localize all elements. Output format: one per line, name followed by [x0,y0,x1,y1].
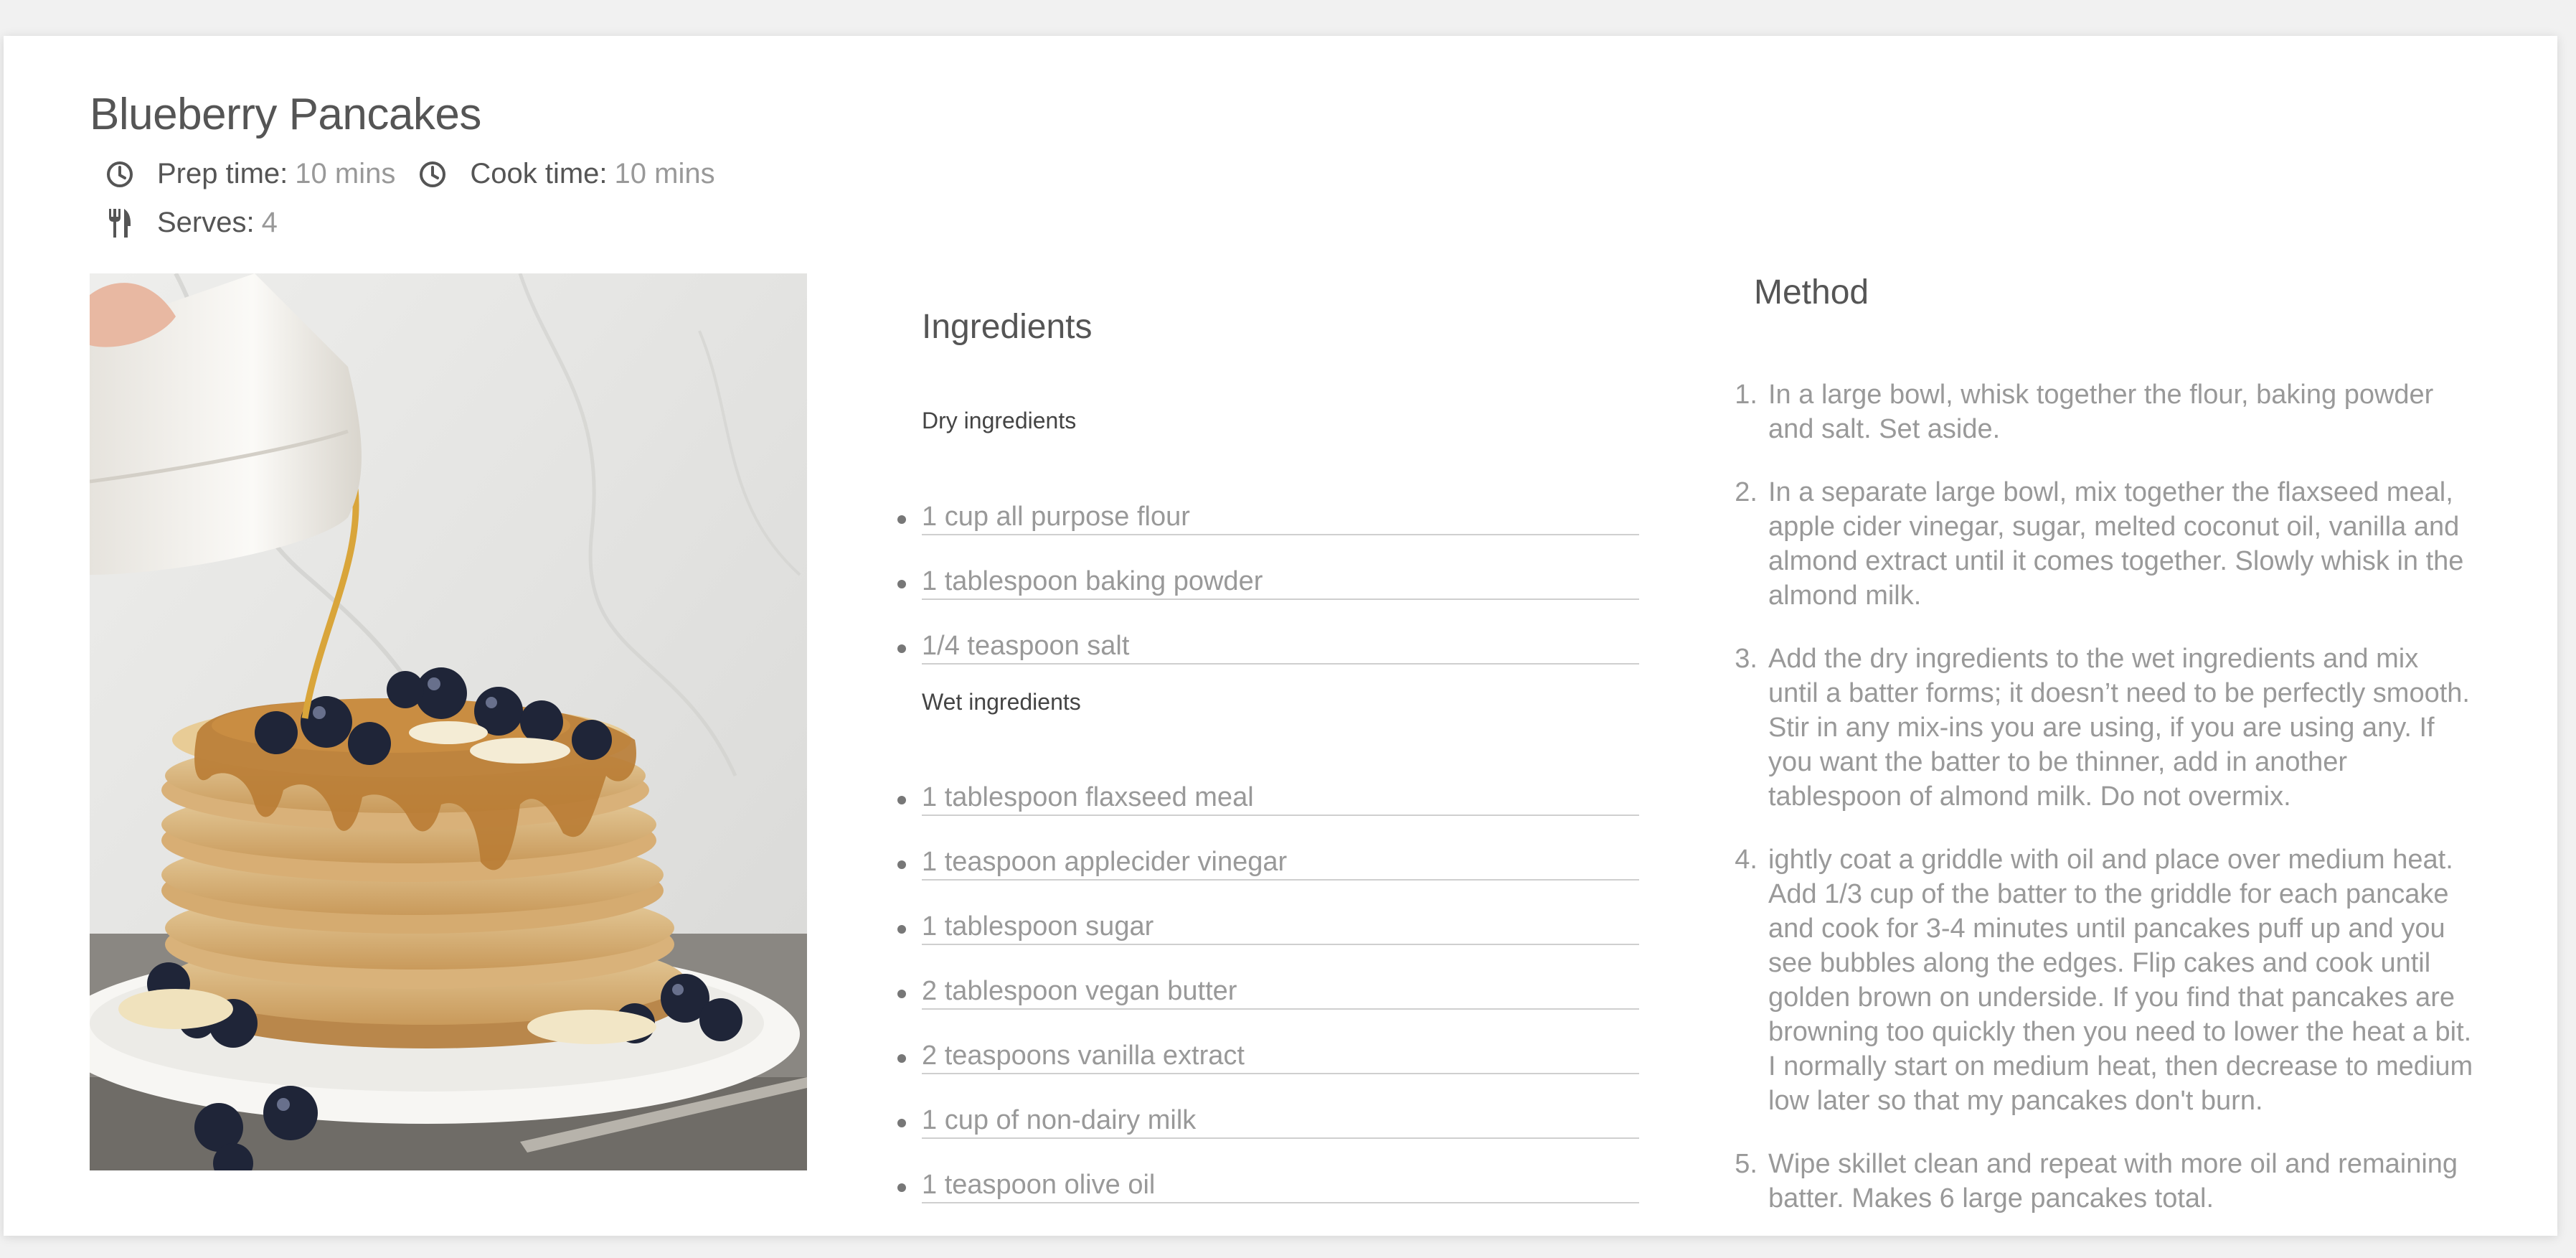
wet-ingredients-heading: Wet ingredients [922,689,1081,715]
clock-icon [104,159,136,190]
step-text: ightly coat a griddle with oil and place… [1768,845,2473,1116]
list-item: 1 teaspoon applecider vinegar [897,816,1639,881]
ingredient-text: 1 cup all purpose flour [922,502,1190,532]
ingredient-text: 1 tablespoon baking powder [922,566,1263,596]
list-item: 1 tablespoon baking powder [897,535,1639,600]
method-step: 1. In a large bowl, whisk together the fl… [1735,377,2475,446]
clock-icon [417,159,448,190]
ingredient-text: 1 tablespoon flaxseed meal [922,782,1254,812]
pancake-stack-photo [90,273,807,1170]
step-number: 5. [1735,1149,1758,1179]
step-number: 3. [1735,644,1758,674]
method-step: 2. In a separate large bowl, mix together… [1735,475,2475,613]
list-item: 1 tablespoon flaxseed meal [897,751,1639,816]
step-number: 4. [1735,845,1758,875]
serves-label: Serves: [157,207,255,238]
method-steps: 1. In a large bowl, whisk together the fl… [1735,377,2475,1244]
step-number: 2. [1735,477,1758,507]
ingredient-text: 1 teaspoon olive oil [922,1170,1156,1200]
ingredient-text: 1 teaspoon applecider vinegar [922,847,1288,877]
ingredient-text: 1 tablespoon sugar [922,911,1154,942]
method-step: 3. Add the dry ingredients to the wet ing… [1735,642,2475,814]
list-item: 1 cup all purpose flour [897,471,1639,535]
prep-time-value: 10 mins [295,158,396,189]
time-info: Prep time: 10 mins Cook time: 10 mins [104,158,715,190]
ingredient-text: 1/4 teaspoon salt [922,631,1130,661]
cook-time-value: 10 mins [614,158,715,189]
cook-time-label: Cook time: [470,158,608,189]
dry-ingredients-heading: Dry ingredients [922,408,1077,433]
wet-ingredients-list: 1 tablespoon flaxseed meal 1 teaspoon ap… [897,751,1639,1203]
ingredient-text: 1 cup of non-dairy milk [922,1105,1197,1135]
step-number: 1. [1735,380,1758,410]
list-item: 1 tablespoon sugar [897,881,1639,945]
method-step: 5. Wipe skillet clean and repeat with mor… [1735,1147,2475,1216]
list-item: 1/4 teaspoon salt [897,600,1639,665]
recipe-title: Blueberry Pancakes [90,90,481,139]
list-item: 1 cup of non-dairy milk [897,1074,1639,1139]
dry-ingredients-list: 1 cup all purpose flour 1 tablespoon bak… [897,471,1639,665]
step-text: In a separate large bowl, mix together t… [1768,477,2464,611]
ingredient-text: 2 teaspoons vanilla extract [922,1041,1245,1071]
ingredient-text: 2 tablespoon vegan butter [922,976,1237,1006]
ingredients-heading: Ingredients [922,308,1093,346]
prep-time-label: Prep time: [157,158,288,189]
method-heading: Method [1754,273,1869,311]
fork-knife-icon [104,207,136,239]
serves-info: Serves: 4 [104,207,278,239]
list-item: 2 teaspoons vanilla extract [897,1010,1639,1074]
list-item: 2 tablespoon vegan butter [897,945,1639,1010]
step-text: In a large bowl, whisk together the flou… [1768,380,2434,444]
recipe-card: Blueberry Pancakes Prep time: 10 mins Co… [4,36,2557,1236]
serves-value: 4 [261,207,278,238]
step-text: Add the dry ingredients to the wet ingre… [1768,644,2470,812]
step-text: Wipe skillet clean and repeat with more … [1768,1149,2458,1214]
list-item: 1 teaspoon olive oil [897,1139,1639,1203]
method-step: 4. ightly coat a griddle with oil and pla… [1735,842,2475,1118]
